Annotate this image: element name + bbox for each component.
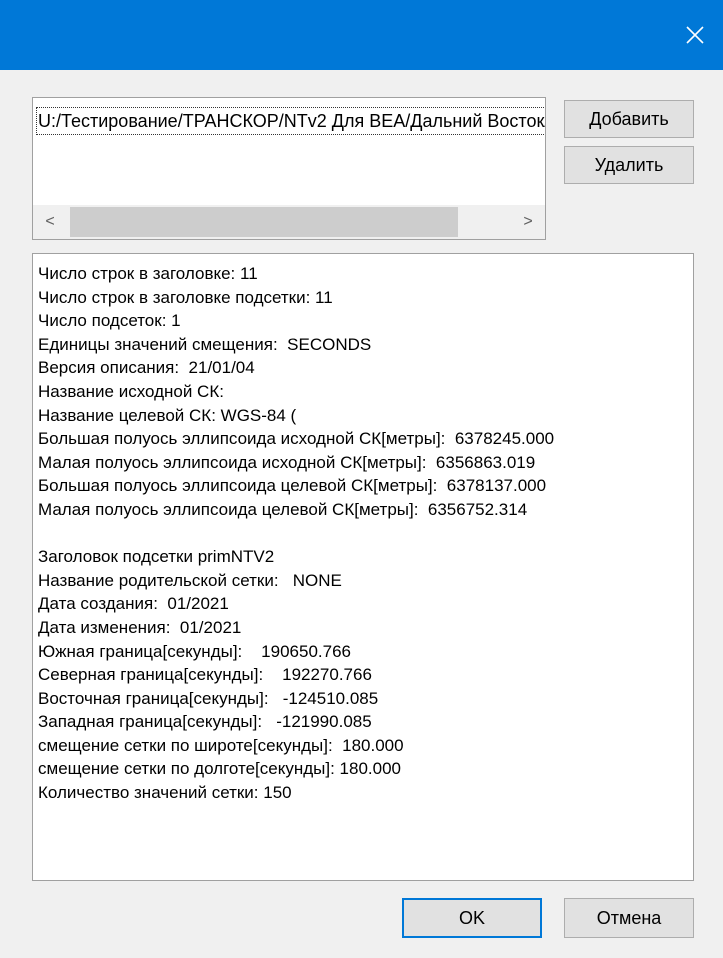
info-line: Число подсеток: 1 [38,311,181,331]
info-line: Единицы значений смещения: SECONDS [38,334,372,354]
info-line: Большая полуось эллипсоида целевой СК[ме… [38,476,547,496]
horizontal-scrollbar[interactable]: < > [33,205,545,239]
delete-button[interactable]: Удалить [564,146,694,184]
info-line: Малая полуось эллипсоида исходной СК[мет… [38,452,536,472]
info-line: Малая полуось эллипсоида целевой СК[метр… [38,499,528,519]
info-line: Восточная граница[секунды]: -124510.085 [38,688,379,708]
info-line: Дата создания: 01/2021 [38,594,229,614]
info-line: Число строк в заголовке: 11 [38,264,258,283]
info-line: смещение сетки по широте[секунды]: 180.0… [38,735,404,755]
info-line: Заголовок подсетки primNTV2 [38,547,275,567]
info-line: смещение сетки по долготе[секунды]: 180.… [38,759,402,779]
info-line: Большая полуось эллипсоида исходной СК[м… [38,429,555,449]
add-button[interactable]: Добавить [564,100,694,138]
grid-info-textbox[interactable]: Число строк в заголовке: 11 Число строк в… [32,253,694,881]
info-line: Количество значений сетки: 150 [38,783,292,803]
close-icon [686,26,704,44]
title-bar [0,0,723,70]
info-line: Версия описания: 21/01/04 [38,358,255,378]
info-line: Западная граница[секунды]: -121990.085 [38,712,372,732]
scroll-thumb[interactable] [70,207,458,237]
info-line [38,522,693,546]
scroll-right-arrow[interactable]: > [511,205,545,239]
file-list[interactable]: U:/Тестирование/ТРАНСКОР/NTv2 Для BEA/Да… [32,97,546,240]
close-button[interactable] [667,0,723,70]
file-list-item[interactable]: U:/Тестирование/ТРАНСКОР/NTv2 Для BEA/Да… [36,107,545,135]
info-line: Число строк в заголовке подсетки: 11 [38,287,333,307]
ok-button[interactable]: OK [402,898,542,938]
info-line: Название родительской сетки: NONE [38,570,342,590]
info-line: Северная граница[секунды]: 192270.766 [38,665,372,685]
scroll-left-arrow[interactable]: < [33,205,67,239]
dialog-window: U:/Тестирование/ТРАНСКОР/NTv2 Для BEA/Да… [0,0,723,958]
cancel-button[interactable]: Отмена [564,898,694,938]
info-line: Название исходной СК: [38,381,224,401]
info-line: Южная граница[секунды]: 190650.766 [38,641,351,661]
info-line: Название целевой СК: WGS-84 ( [38,405,297,425]
info-line: Дата изменения: 01/2021 [38,617,242,637]
